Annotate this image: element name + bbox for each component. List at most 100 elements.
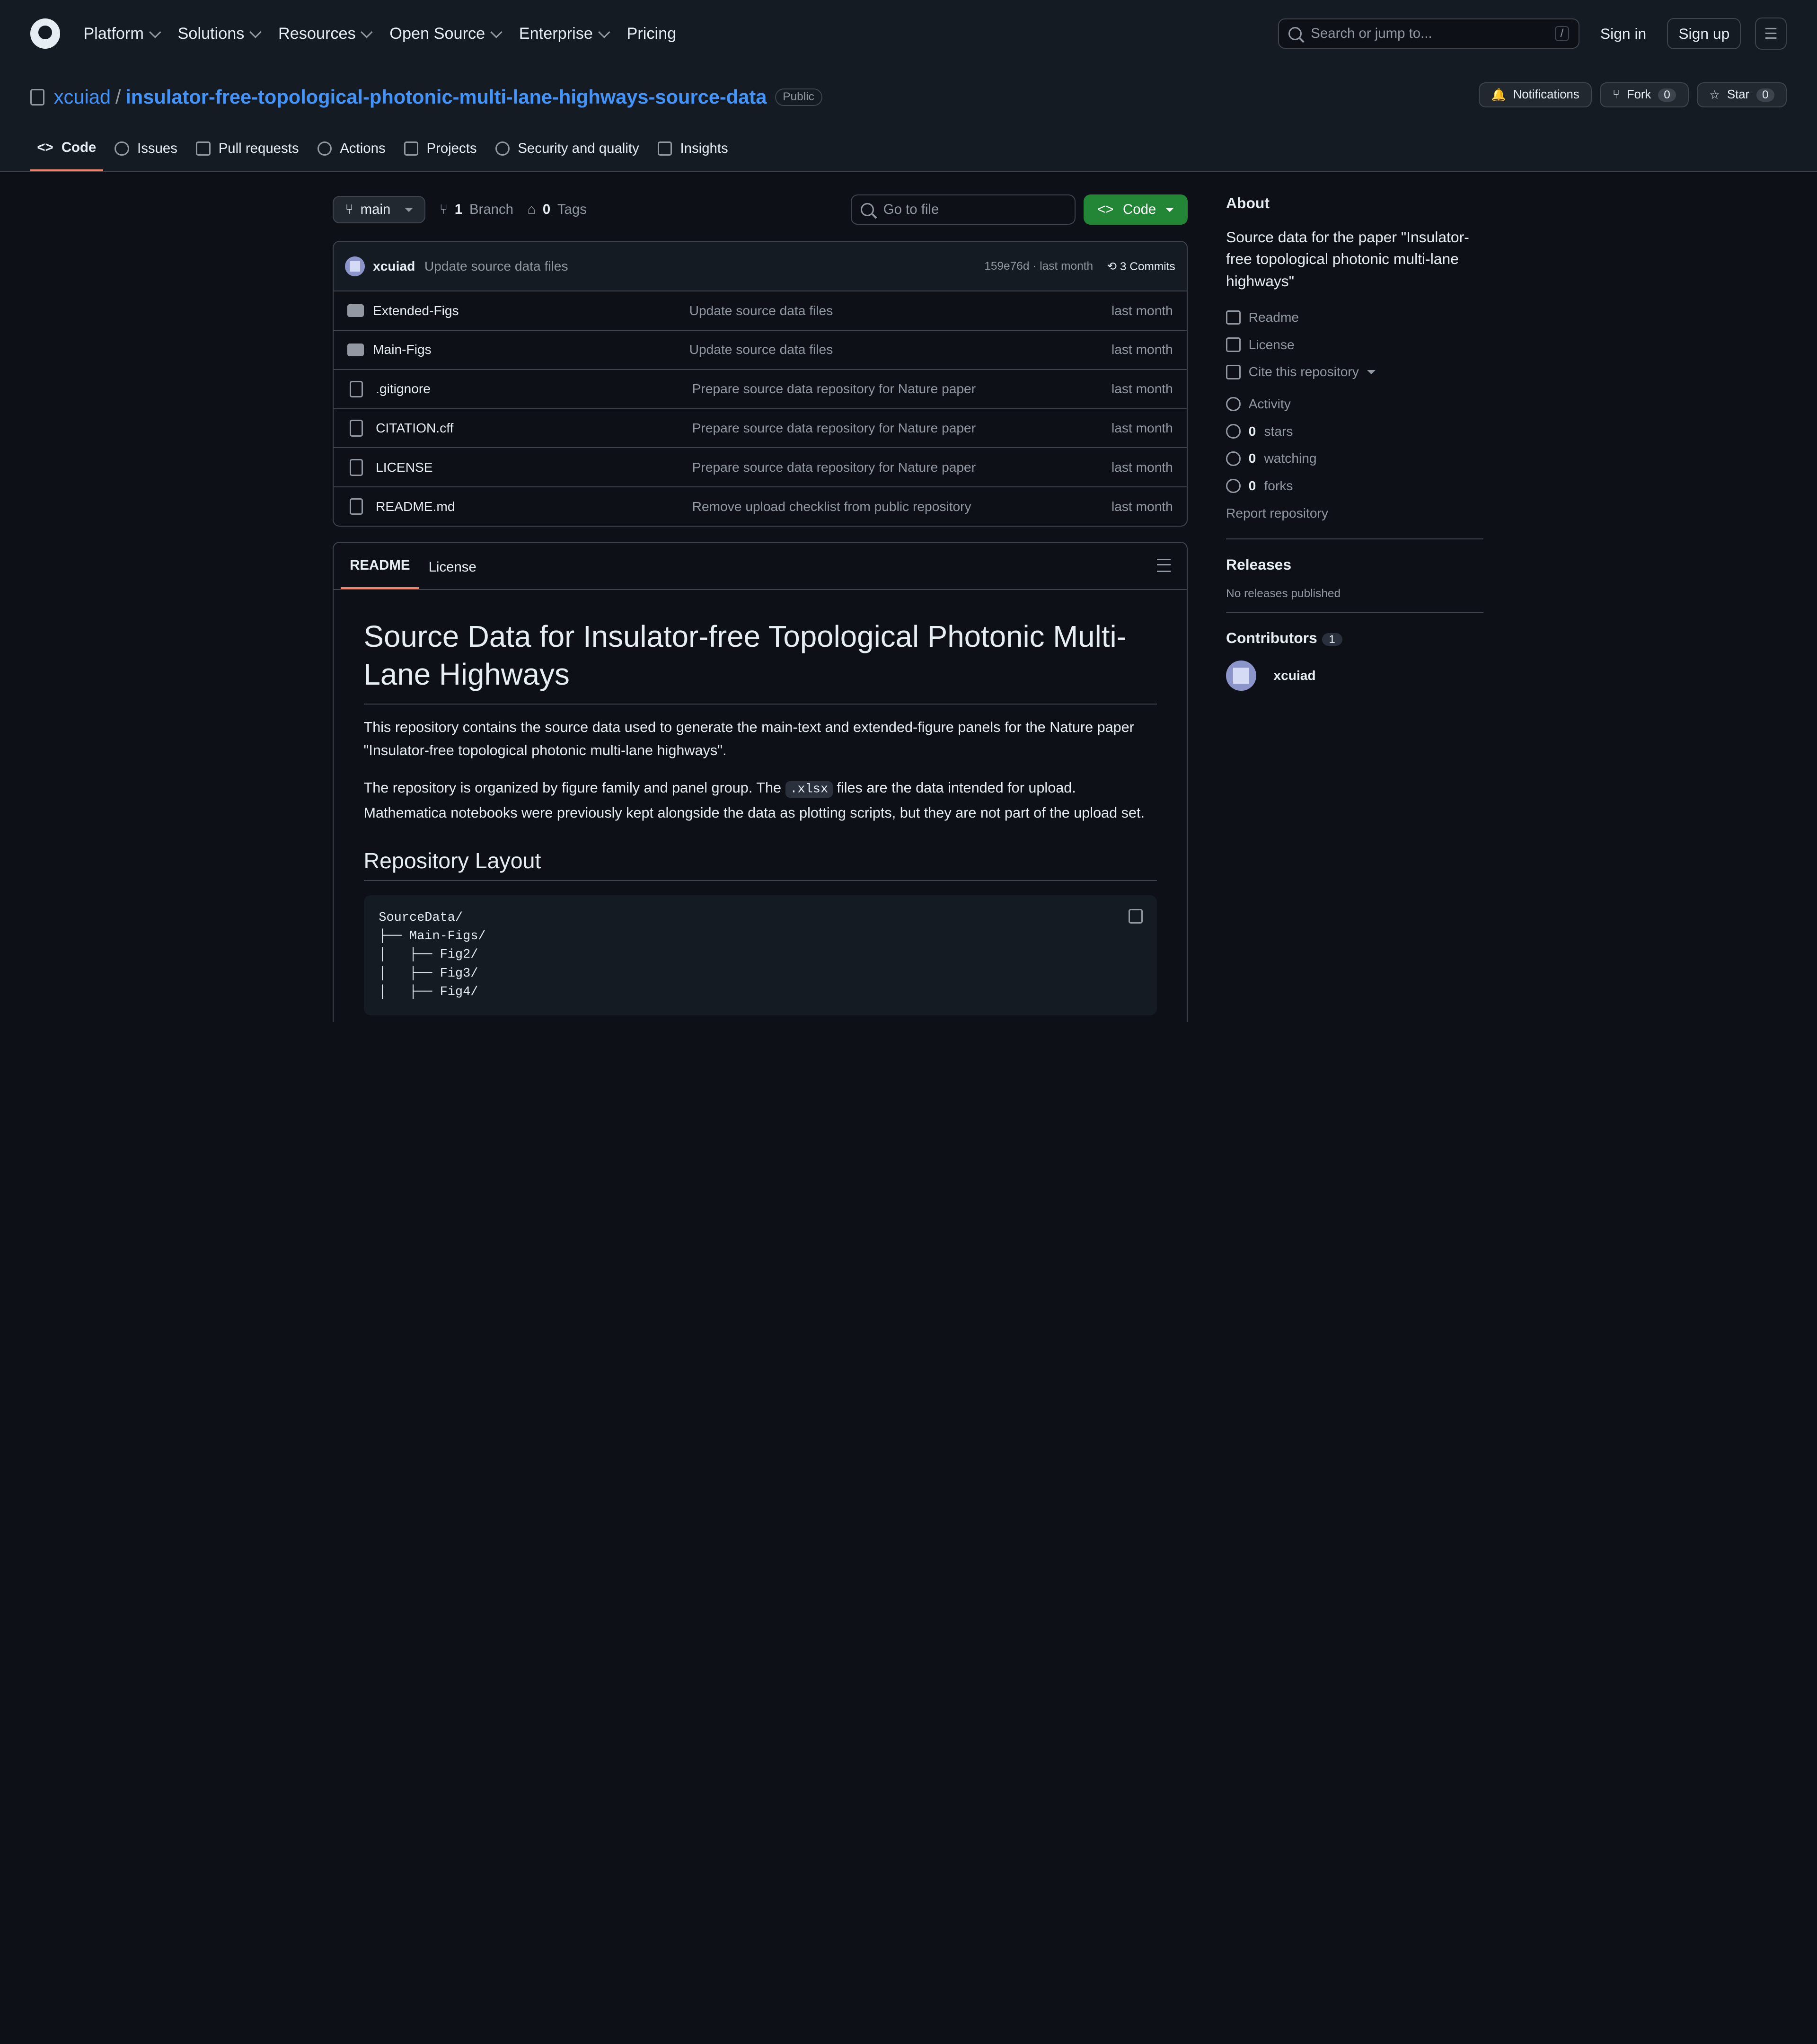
- file-date: last month: [1111, 459, 1173, 475]
- star-count: 0: [1756, 88, 1774, 102]
- contributor-name: xcuiad: [1273, 668, 1316, 683]
- caret-down-icon: [404, 207, 413, 212]
- nav-pricing[interactable]: Pricing: [626, 25, 676, 43]
- tab-readme[interactable]: README: [340, 557, 419, 589]
- forks-count: 0: [1248, 478, 1256, 493]
- nav-resources[interactable]: Resources: [278, 25, 373, 43]
- divider: [1226, 612, 1483, 613]
- file-commit-message[interactable]: Prepare source data repository for Natur…: [692, 421, 1111, 436]
- tab-projects[interactable]: Projects: [397, 140, 484, 171]
- shield-icon: [495, 141, 510, 156]
- link-label: Readme: [1248, 309, 1299, 325]
- notifications-button[interactable]: 🔔 Notifications: [1478, 82, 1592, 108]
- history-icon: ⟲: [1107, 260, 1117, 273]
- notifications-label: Notifications: [1513, 88, 1579, 102]
- file-row[interactable]: Main-Figs Update source data files last mo…: [333, 331, 1187, 370]
- file-row[interactable]: CITATION.cff Prepare source data reposito…: [333, 409, 1187, 449]
- code-button[interactable]: <> Code: [1083, 194, 1188, 225]
- file-name[interactable]: README.md: [376, 499, 692, 514]
- file-date: last month: [1111, 381, 1173, 396]
- tag-icon: ⌂: [527, 202, 536, 218]
- stars-label: stars: [1264, 423, 1293, 439]
- copy-icon[interactable]: [1128, 909, 1143, 924]
- sign-in-link[interactable]: Sign in: [1593, 25, 1653, 43]
- file-commit-message[interactable]: Update source data files: [689, 303, 1111, 318]
- avatar[interactable]: [345, 256, 365, 276]
- repo-owner-link[interactable]: xcuiad: [54, 86, 111, 108]
- stars-link[interactable]: 0 stars: [1226, 418, 1483, 445]
- file-name[interactable]: CITATION.cff: [376, 421, 692, 436]
- repo-icon: [30, 88, 45, 106]
- contributor-item[interactable]: xcuiad: [1226, 661, 1483, 691]
- tab-insights[interactable]: Insights: [651, 140, 735, 171]
- search-placeholder: Search or jump to...: [1311, 26, 1432, 41]
- file-name[interactable]: .gitignore: [376, 381, 692, 396]
- releases-heading[interactable]: Releases: [1226, 556, 1483, 573]
- nav-platform[interactable]: Platform: [83, 24, 161, 43]
- file-commit-message[interactable]: Remove upload checklist from public repo…: [692, 499, 1111, 514]
- nav-solutions[interactable]: Solutions: [177, 25, 262, 43]
- global-search-input[interactable]: Search or jump to... /: [1278, 18, 1579, 49]
- file-row[interactable]: README.md Remove upload checklist from pu…: [334, 487, 1187, 526]
- file-name[interactable]: LICENSE: [376, 460, 692, 475]
- tab-security[interactable]: Security and quality: [488, 140, 646, 171]
- file-commit-message[interactable]: Prepare source data repository for Natur…: [692, 460, 1111, 475]
- star-label: Star: [1727, 88, 1750, 102]
- go-to-file-input[interactable]: Go to file: [850, 194, 1076, 225]
- file-name[interactable]: Main-Figs: [373, 342, 689, 357]
- readme-link[interactable]: Readme: [1226, 304, 1483, 331]
- contributors-count: 1: [1322, 633, 1342, 646]
- commit-hash-date[interactable]: 159e76d · last month: [984, 260, 1093, 273]
- chevron-down-icon: [249, 26, 262, 38]
- commit-author[interactable]: xcuiad: [373, 259, 415, 274]
- search-icon: [861, 203, 874, 217]
- branch-selector[interactable]: ⑂ main: [332, 196, 426, 224]
- tags-link[interactable]: ⌂ 0 Tags: [527, 202, 587, 218]
- file-row[interactable]: .gitignore Prepare source data repository…: [333, 370, 1187, 409]
- tab-actions[interactable]: Actions: [310, 140, 392, 171]
- file-row[interactable]: LICENSE Prepare source data repository fo…: [333, 448, 1187, 488]
- cite-link[interactable]: Cite this repository: [1226, 358, 1483, 386]
- play-icon: [317, 141, 332, 156]
- file-name[interactable]: Extended-Figs: [373, 303, 689, 318]
- outline-list-icon[interactable]: [1156, 559, 1171, 573]
- search-shortcut-hint: /: [1554, 26, 1570, 41]
- contributors-heading[interactable]: Contributors 1: [1226, 629, 1483, 647]
- tab-code[interactable]: <> Code: [30, 140, 103, 172]
- sign-up-button[interactable]: Sign up: [1667, 18, 1741, 49]
- readme-tabs: README License: [333, 543, 1187, 590]
- file-row[interactable]: Extended-Figs Update source data files las…: [333, 291, 1187, 331]
- nav-label: Platform: [83, 24, 144, 43]
- watching-link[interactable]: 0 watching: [1226, 445, 1483, 473]
- forks-link[interactable]: 0 forks: [1226, 472, 1483, 500]
- branches-link[interactable]: ⑂ 1 Branch: [440, 202, 513, 218]
- commits-link[interactable]: ⟲ 3 Commits: [1107, 259, 1175, 273]
- license-link[interactable]: License: [1226, 331, 1483, 359]
- tab-label: Actions: [340, 141, 386, 157]
- tab-pull-requests[interactable]: Pull requests: [189, 140, 306, 171]
- watching-label: watching: [1264, 451, 1317, 466]
- tab-issues[interactable]: Issues: [108, 140, 185, 171]
- tag-count: 0: [542, 202, 551, 218]
- activity-link[interactable]: Activity: [1226, 390, 1483, 418]
- report-repository-link[interactable]: Report repository: [1226, 500, 1483, 527]
- forks-label: forks: [1264, 478, 1293, 493]
- github-logo-icon[interactable]: [30, 18, 61, 49]
- file-commit-message[interactable]: Update source data files: [689, 342, 1111, 357]
- repo-name-link[interactable]: insulator-free-topological-photonic-mult…: [125, 86, 767, 108]
- fork-button[interactable]: ⑂ Fork 0: [1600, 82, 1689, 108]
- repo-header: xcuiad / insulator-free-topological-phot…: [0, 67, 1817, 173]
- file-commit-message[interactable]: Prepare source data repository for Natur…: [692, 381, 1111, 396]
- issue-icon: [115, 141, 129, 156]
- star-button[interactable]: ☆ Star 0: [1696, 82, 1787, 108]
- github-page: Platform Solutions Resources Open Source…: [0, 0, 1817, 1022]
- nav-open-source[interactable]: Open Source: [389, 25, 503, 43]
- watching-count: 0: [1248, 451, 1256, 466]
- tab-license[interactable]: License: [419, 559, 485, 589]
- commit-message[interactable]: Update source data files: [424, 259, 568, 274]
- appearance-settings-icon[interactable]: ☰: [1755, 18, 1787, 50]
- contributors-label: Contributors: [1226, 629, 1317, 646]
- nav-enterprise[interactable]: Enterprise: [519, 25, 610, 43]
- tab-label: Projects: [426, 141, 477, 157]
- text: The repository is organized by figure fa…: [363, 779, 785, 796]
